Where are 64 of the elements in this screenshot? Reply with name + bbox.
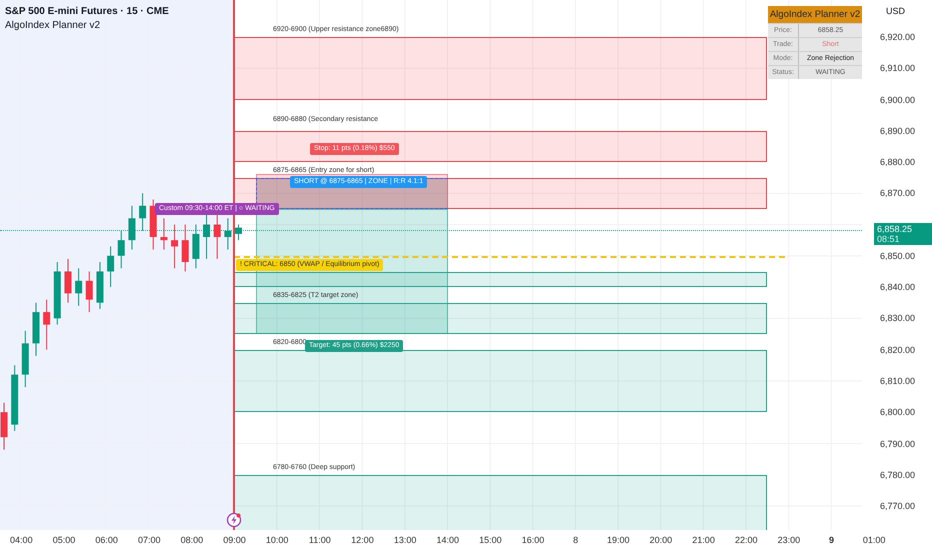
candle (11, 364, 18, 432)
price-tick: 6,770.00 (880, 501, 916, 512)
candle (235, 224, 242, 241)
time-tick: 15:00 (478, 535, 503, 545)
time-tick: 19:00 (606, 535, 631, 545)
candle (96, 262, 104, 310)
time-tick: 20:00 (648, 535, 674, 545)
candle (107, 246, 114, 288)
panel-title: AlgoIndex Planner v2 (768, 6, 862, 23)
time-tick: 08:00 (180, 535, 204, 545)
price-tick: 6,790.00 (880, 438, 916, 448)
time-tick: 23:00 (776, 535, 802, 545)
time-tick: 09:00 (222, 535, 247, 545)
candle (128, 205, 136, 250)
candle (64, 258, 72, 304)
candle (54, 262, 61, 326)
time-tick: 13:00 (392, 535, 418, 545)
price-tick: 6,830.00 (880, 313, 916, 324)
candle (0, 402, 8, 450)
candle (150, 199, 157, 250)
candle (171, 224, 178, 269)
price-tick: 6,880.00 (880, 157, 916, 168)
bar-countdown: 08:51 (877, 234, 901, 244)
time-tick: 21:00 (691, 535, 716, 545)
chart-symbol-title: S&P 500 E-mini Futures · 15 · CME (5, 6, 169, 17)
candle (75, 268, 82, 306)
price-tick: 6,780.00 (880, 470, 916, 480)
price-tick: 6,890.00 (880, 126, 916, 136)
time-tick: 14:00 (435, 535, 460, 545)
candle (43, 299, 50, 350)
indicator-name: AlgoIndex Planner v2 (5, 20, 102, 31)
price-tick: 6,800.00 (880, 407, 916, 418)
candle (160, 218, 168, 250)
price-tick: 6,820.00 (880, 344, 916, 355)
candle (139, 192, 146, 232)
time-tick: 22:00 (734, 535, 758, 545)
time-tick: 16:00 (520, 535, 546, 545)
time-tick: 05:00 (52, 535, 76, 545)
time-tick: 11:00 (308, 535, 332, 545)
price-tick: 6,870.00 (880, 188, 916, 198)
time-tick: 10:00 (264, 535, 290, 545)
candle (86, 271, 93, 313)
candle (32, 302, 40, 356)
price-tick: 6,900.00 (880, 94, 916, 105)
price-tick: 6,910.00 (880, 63, 916, 74)
time-tick: 04:00 (9, 535, 34, 545)
time-tick: 01:00 (862, 535, 886, 545)
time-tick: 07:00 (136, 535, 162, 545)
price-tick: 6,840.00 (880, 282, 916, 292)
time-tick: 8 (572, 535, 580, 545)
price-tick: 6,920.00 (880, 32, 916, 42)
time-tick: 06:00 (94, 535, 119, 545)
time-tick: 9 (828, 535, 835, 545)
price-tick: 6,810.00 (880, 376, 916, 386)
candle (192, 224, 200, 269)
candle (118, 230, 125, 269)
candle (224, 218, 232, 250)
currency-label: USD (886, 6, 906, 16)
candle (22, 330, 29, 388)
time-tick: 12:00 (350, 535, 375, 545)
price-tick: 6,850.00 (880, 250, 916, 261)
current-price: 6,858.25 (877, 224, 914, 234)
lightning-icon[interactable] (226, 512, 242, 528)
candle (182, 224, 189, 272)
